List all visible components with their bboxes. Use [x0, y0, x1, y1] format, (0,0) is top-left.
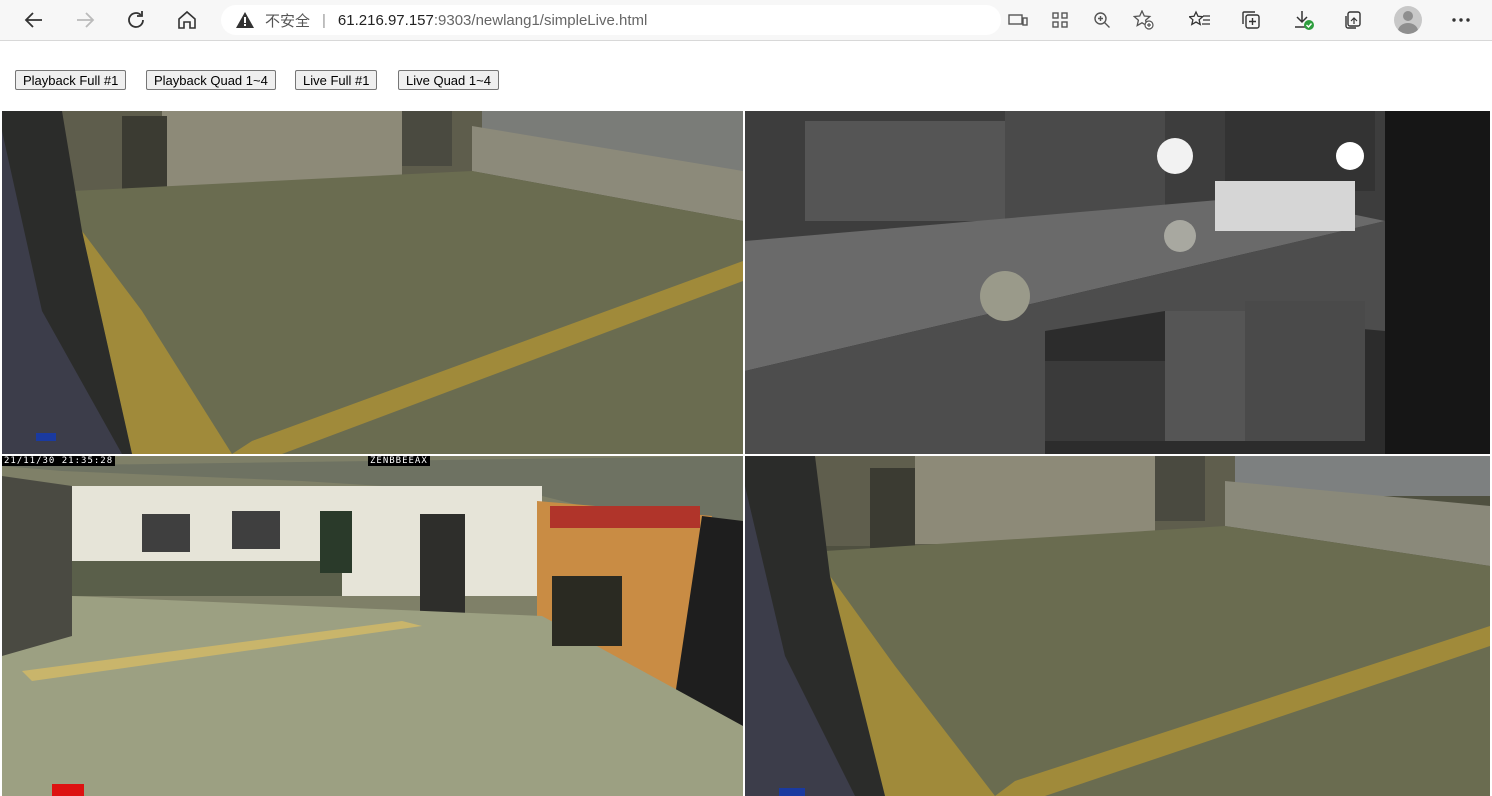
camera-feed-4[interactable]: [745, 456, 1490, 796]
refresh-icon[interactable]: [120, 4, 152, 36]
forward-arrow-icon[interactable]: [69, 4, 101, 36]
camera-feed-2[interactable]: [745, 111, 1490, 454]
camera-3-label: ZENBBEEAX: [368, 456, 430, 466]
playback-full-button[interactable]: Playback Full #1: [15, 70, 127, 90]
camera-feed-3[interactable]: 21/11/30 21:35:28 ZENBBEEAX: [2, 456, 743, 796]
back-arrow-icon[interactable]: [18, 4, 50, 36]
url-path: :9303/newlang1/simpleLive.html: [433, 11, 648, 29]
camera-4-image: [745, 456, 1490, 796]
address-bar[interactable]: 不安全 | 61.216.97.157:9303/newlang1/simple…: [221, 5, 1001, 35]
live-quad-button[interactable]: Live Quad 1~4: [398, 70, 499, 90]
favorites-icon[interactable]: [1189, 9, 1211, 31]
playback-quad-button[interactable]: Playback Quad 1~4: [146, 70, 276, 90]
camera-2-image: [745, 111, 1490, 454]
security-label[interactable]: 不安全: [265, 10, 310, 31]
url-host: 61.216.97.157: [337, 11, 434, 29]
more-icon[interactable]: [1445, 4, 1477, 36]
cast-icon[interactable]: [1007, 9, 1029, 31]
apps-icon[interactable]: [1049, 9, 1071, 31]
url-separator: |: [322, 11, 326, 29]
favorite-add-icon[interactable]: [1133, 9, 1155, 31]
profile-icon[interactable]: [1394, 6, 1422, 34]
downloads-icon[interactable]: [1293, 9, 1315, 31]
browser-toolbar: 不安全 | 61.216.97.157:9303/newlang1/simple…: [0, 0, 1492, 41]
live-full-button[interactable]: Live Full #1: [295, 70, 378, 90]
home-icon[interactable]: [171, 4, 203, 36]
zoom-icon[interactable]: [1091, 9, 1113, 31]
camera-3-timestamp: 21/11/30 21:35:28: [2, 456, 116, 466]
collections-icon[interactable]: [1240, 9, 1262, 31]
camera-feed-1[interactable]: [2, 111, 743, 454]
camera-3-image: [2, 456, 743, 796]
share-icon[interactable]: [1342, 9, 1364, 31]
warning-icon[interactable]: [235, 11, 255, 29]
camera-1-image: [2, 111, 743, 454]
